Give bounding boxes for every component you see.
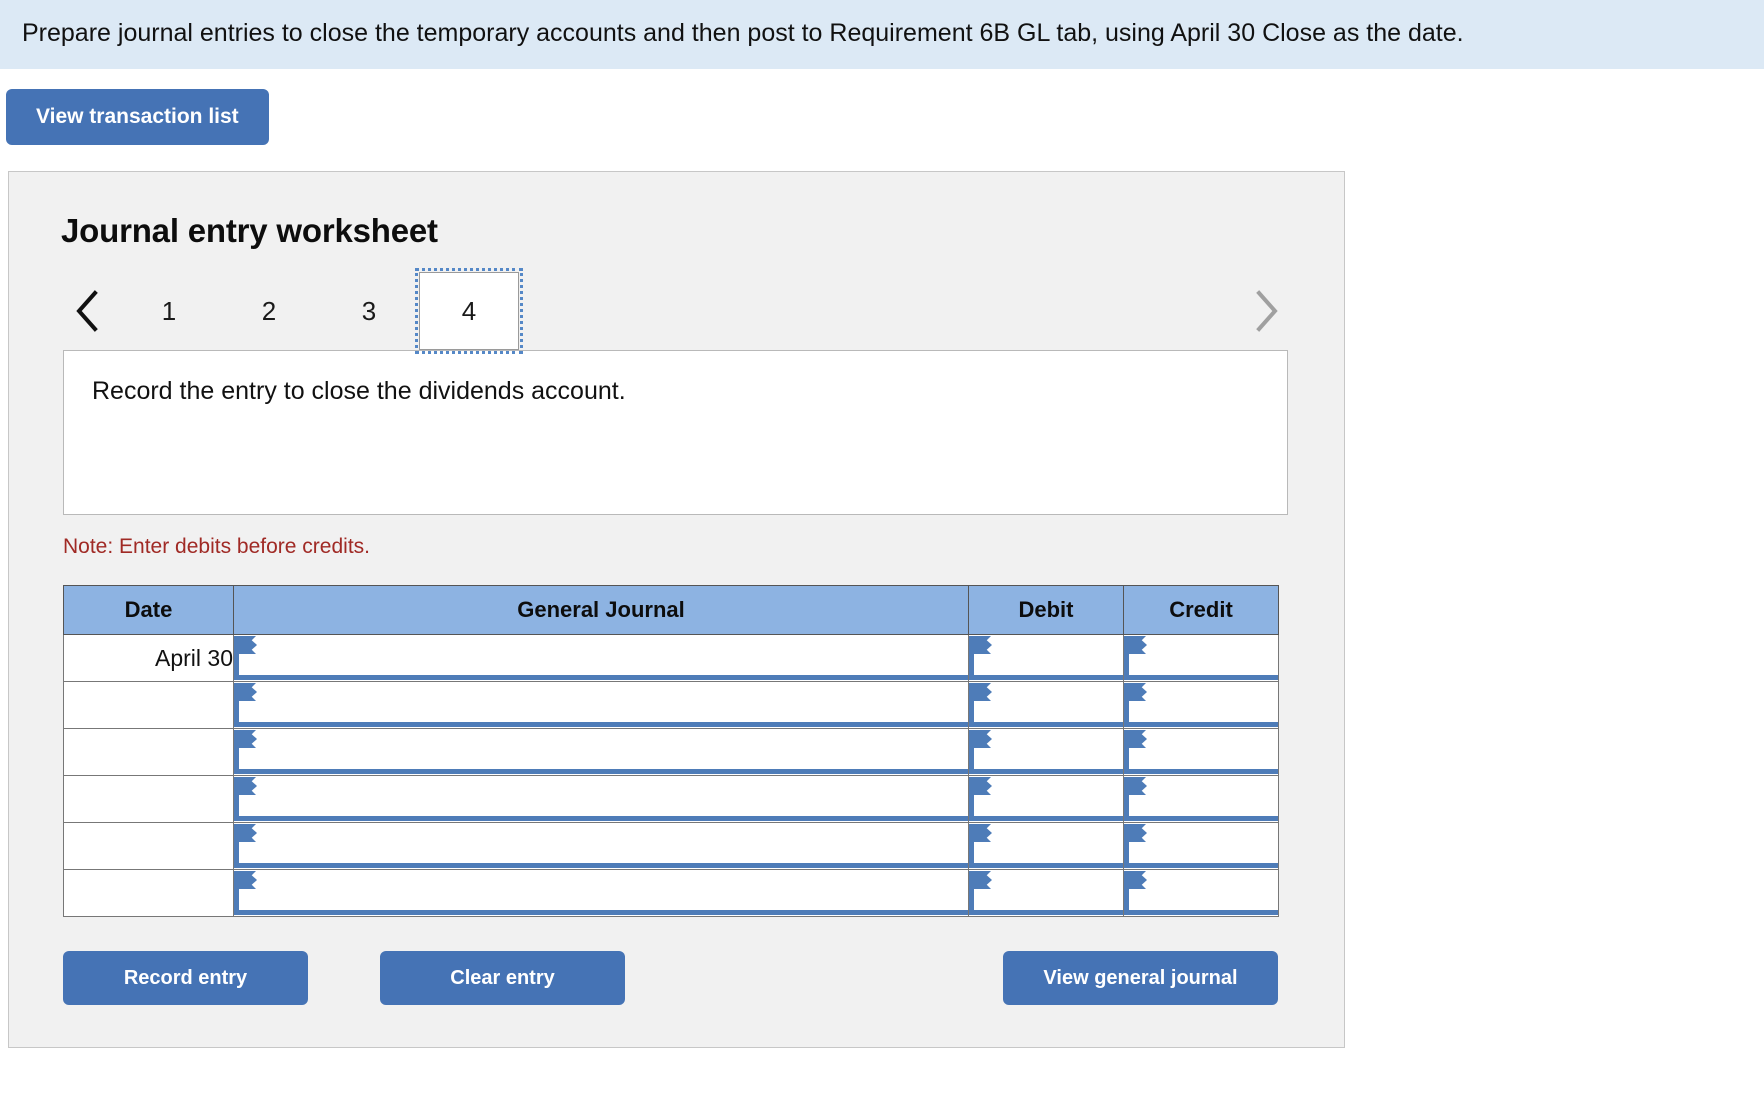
table-header-row: Date General Journal Debit Credit (64, 586, 1279, 635)
credit-input[interactable] (1124, 776, 1279, 823)
date-cell[interactable] (64, 776, 234, 823)
general-journal-input[interactable] (234, 870, 969, 917)
debits-before-credits-note: Note: Enter debits before credits. (63, 535, 1344, 559)
clear-entry-button[interactable]: Clear entry (380, 951, 625, 1005)
date-cell[interactable] (64, 729, 234, 776)
view-general-journal-button[interactable]: View general journal (1003, 951, 1278, 1005)
general-journal-input[interactable] (234, 729, 969, 776)
credit-input[interactable] (1124, 729, 1279, 776)
table-row (64, 823, 1279, 870)
toolbar: View transaction list (0, 69, 1764, 145)
table-row (64, 729, 1279, 776)
credit-input[interactable] (1124, 870, 1279, 917)
journal-table-wrapper: Date General Journal Debit Credit April … (63, 585, 1344, 917)
journal-entry-worksheet-panel: Journal entry worksheet 1 2 3 4 Record t… (8, 171, 1345, 1048)
worksheet-pager: 1 2 3 4 (57, 272, 1297, 350)
credit-input[interactable] (1124, 635, 1279, 682)
credit-input[interactable] (1124, 823, 1279, 870)
view-transaction-list-button[interactable]: View transaction list (6, 89, 269, 145)
instruction-banner: Prepare journal entries to close the tem… (0, 0, 1764, 69)
pager-page-1[interactable]: 1 (119, 272, 219, 350)
table-row (64, 776, 1279, 823)
general-journal-input[interactable] (234, 635, 969, 682)
general-journal-input[interactable] (234, 823, 969, 870)
debit-input[interactable] (969, 776, 1124, 823)
column-header-debit: Debit (969, 586, 1124, 635)
page-title: Journal entry worksheet (61, 212, 1344, 250)
debit-input[interactable] (969, 729, 1124, 776)
date-cell[interactable] (64, 870, 234, 917)
debit-input[interactable] (969, 635, 1124, 682)
date-cell[interactable] (64, 823, 234, 870)
worksheet-actions: Record entry Clear entry View general jo… (63, 951, 1278, 1005)
journal-table-body: April 30 (64, 635, 1279, 917)
record-entry-button[interactable]: Record entry (63, 951, 308, 1005)
column-header-credit: Credit (1124, 586, 1279, 635)
pager-page-2[interactable]: 2 (219, 272, 319, 350)
column-header-general-journal: General Journal (234, 586, 969, 635)
column-header-date: Date (64, 586, 234, 635)
chevron-right-icon[interactable] (1235, 272, 1297, 350)
general-journal-input[interactable] (234, 682, 969, 729)
pager-page-4[interactable]: 4 (419, 272, 519, 350)
table-row (64, 682, 1279, 729)
debit-input[interactable] (969, 823, 1124, 870)
pager-page-3[interactable]: 3 (319, 272, 419, 350)
date-cell[interactable]: April 30 (64, 635, 234, 682)
debit-input[interactable] (969, 870, 1124, 917)
entry-description-box: Record the entry to close the dividends … (63, 350, 1288, 515)
entry-description-text: Record the entry to close the dividends … (92, 377, 626, 405)
table-row: April 30 (64, 635, 1279, 682)
journal-entry-table: Date General Journal Debit Credit April … (63, 585, 1279, 917)
chevron-left-icon[interactable] (57, 272, 119, 350)
table-row (64, 870, 1279, 917)
instruction-text: Prepare journal entries to close the tem… (22, 19, 1464, 47)
debit-input[interactable] (969, 682, 1124, 729)
date-cell[interactable] (64, 682, 234, 729)
credit-input[interactable] (1124, 682, 1279, 729)
general-journal-input[interactable] (234, 776, 969, 823)
